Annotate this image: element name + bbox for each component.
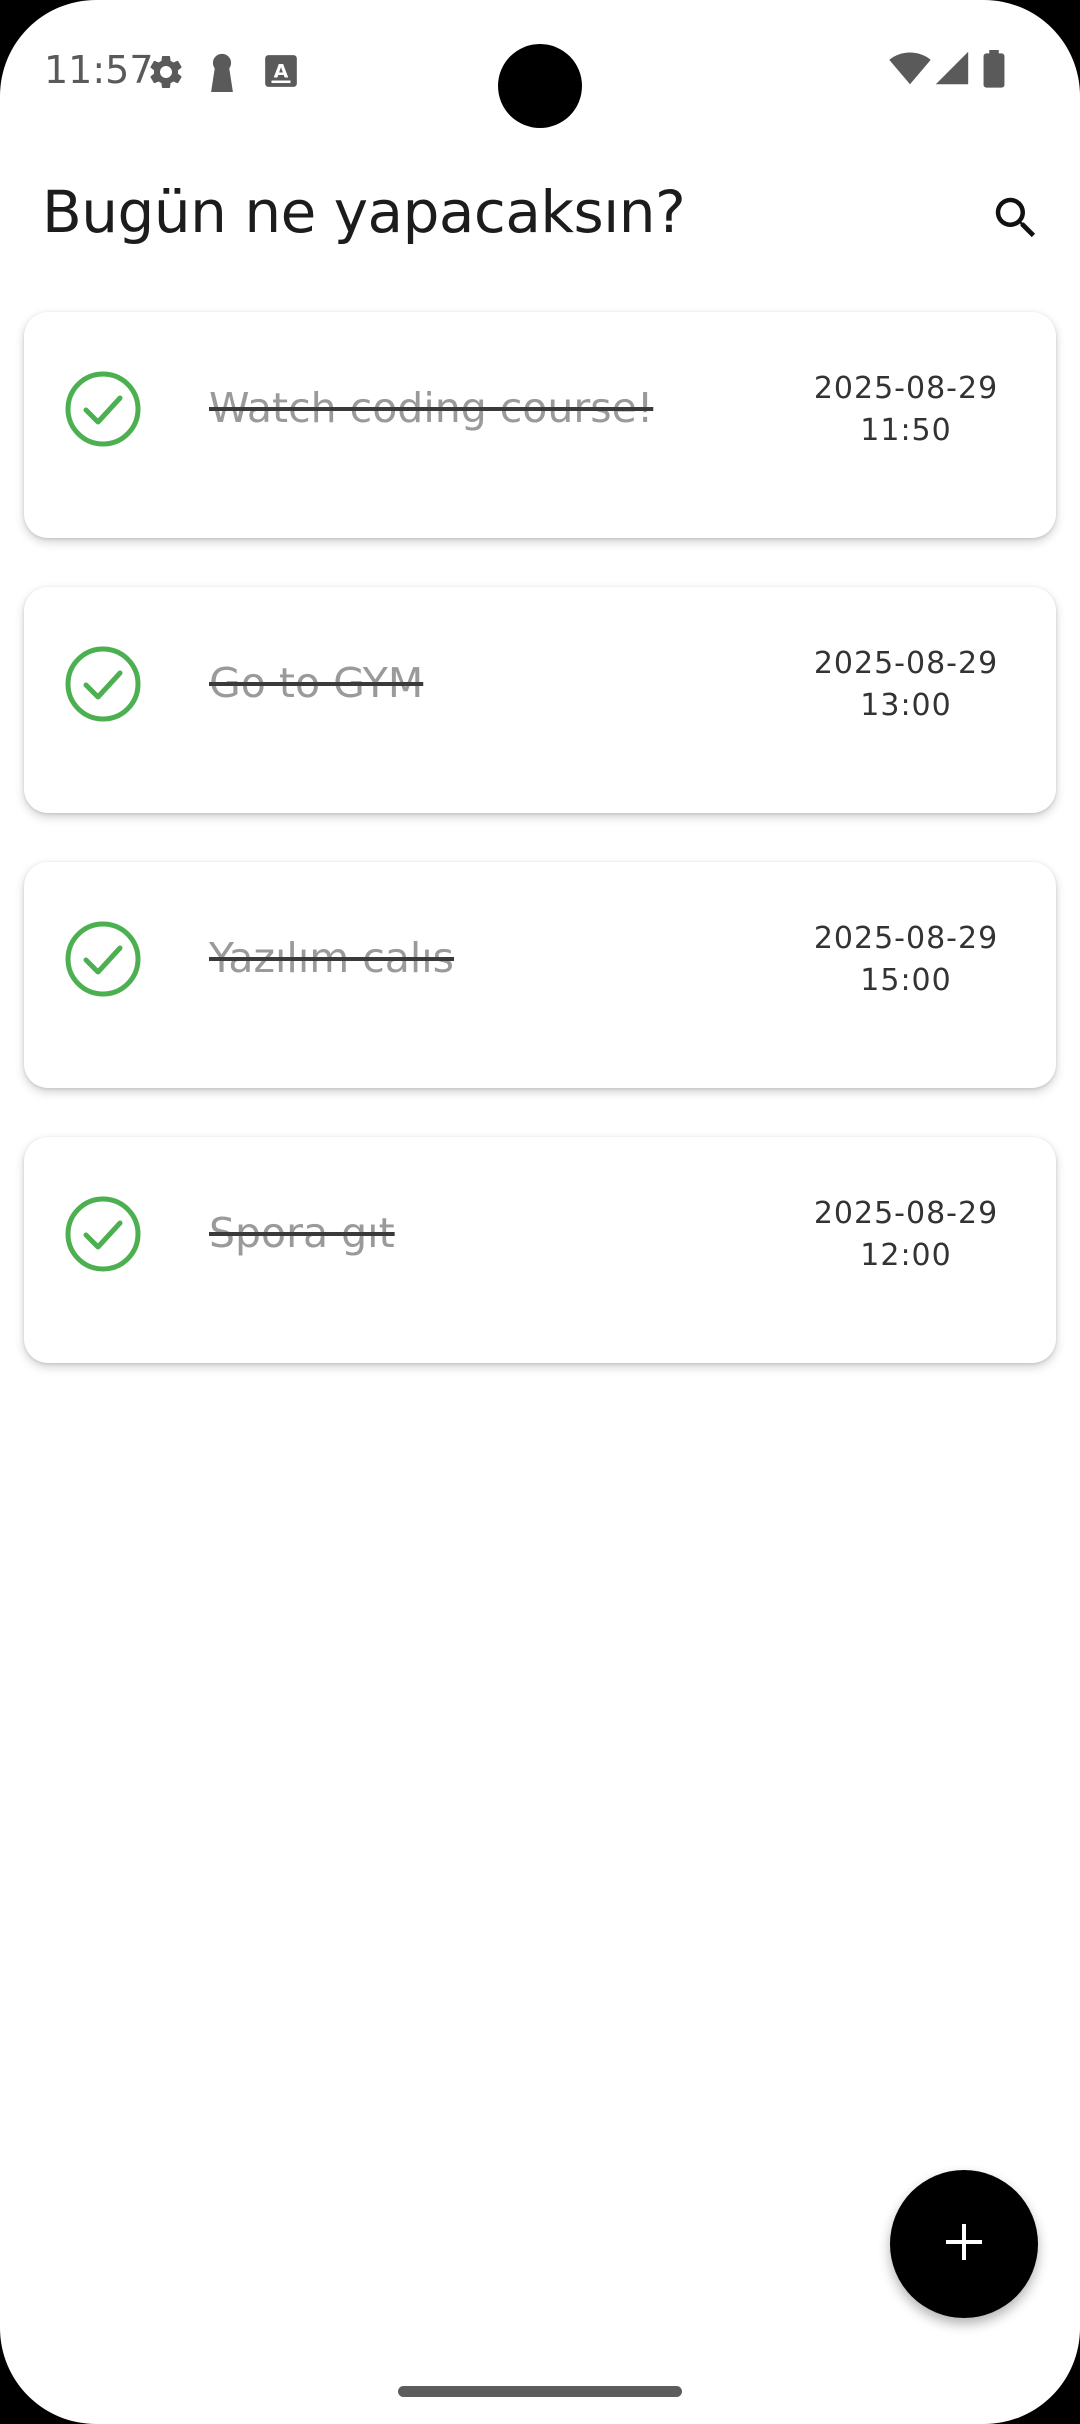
task-title: Spora gıt bbox=[209, 1209, 395, 1257]
task-card[interactable]: Go to GYM 2025-08-29 13:00 bbox=[24, 587, 1056, 813]
task-list: Watch coding course! 2025-08-29 11:50 Go… bbox=[24, 312, 1056, 1412]
app-screen: 11:57 A Bugün ne yapacaksın? Watch codin… bbox=[0, 0, 1080, 2424]
check-circle-icon[interactable] bbox=[64, 370, 142, 448]
search-button[interactable] bbox=[976, 180, 1056, 260]
task-date: 2025-08-29 bbox=[813, 921, 999, 956]
task-time: 12:00 bbox=[860, 1238, 952, 1273]
signal-icon bbox=[934, 50, 970, 91]
battery-icon bbox=[982, 50, 1006, 93]
wifi-icon bbox=[888, 50, 932, 91]
check-circle-icon[interactable] bbox=[64, 920, 142, 998]
task-card[interactable]: Yazılım calıs 2025-08-29 15:00 bbox=[24, 862, 1056, 1088]
check-circle-icon[interactable] bbox=[64, 1195, 142, 1273]
task-date: 2025-08-29 bbox=[813, 371, 999, 406]
task-card[interactable]: Watch coding course! 2025-08-29 11:50 bbox=[24, 312, 1056, 538]
check-circle-icon[interactable] bbox=[64, 645, 142, 723]
gear-icon bbox=[146, 52, 186, 97]
task-datetime: 2025-08-29 15:00 bbox=[796, 918, 1016, 1002]
keyboard-a-icon: A bbox=[262, 52, 300, 95]
svg-text:A: A bbox=[274, 60, 289, 82]
task-datetime: 2025-08-29 13:00 bbox=[796, 643, 1016, 727]
camera-cutout bbox=[498, 44, 582, 128]
task-datetime: 2025-08-29 11:50 bbox=[796, 368, 1016, 452]
search-icon bbox=[989, 191, 1043, 250]
task-datetime: 2025-08-29 12:00 bbox=[796, 1193, 1016, 1277]
task-title: Watch coding course! bbox=[209, 384, 654, 432]
task-date: 2025-08-29 bbox=[813, 1196, 999, 1231]
task-time: 11:50 bbox=[860, 413, 952, 448]
home-indicator[interactable] bbox=[398, 2386, 682, 2397]
task-time: 13:00 bbox=[860, 688, 952, 723]
keyhole-icon bbox=[204, 52, 240, 97]
task-title: Go to GYM bbox=[209, 659, 424, 707]
task-time: 15:00 bbox=[860, 963, 952, 998]
status-time: 11:57 bbox=[44, 48, 154, 92]
task-title: Yazılım calıs bbox=[209, 934, 454, 982]
plus-icon bbox=[942, 2220, 986, 2269]
add-task-button[interactable] bbox=[890, 2170, 1038, 2318]
status-bar: 11:57 A bbox=[0, 0, 1080, 140]
task-date: 2025-08-29 bbox=[813, 646, 999, 681]
task-card[interactable]: Spora gıt 2025-08-29 12:00 bbox=[24, 1137, 1056, 1363]
page-title: Bugün ne yapacaksın? bbox=[42, 178, 686, 246]
